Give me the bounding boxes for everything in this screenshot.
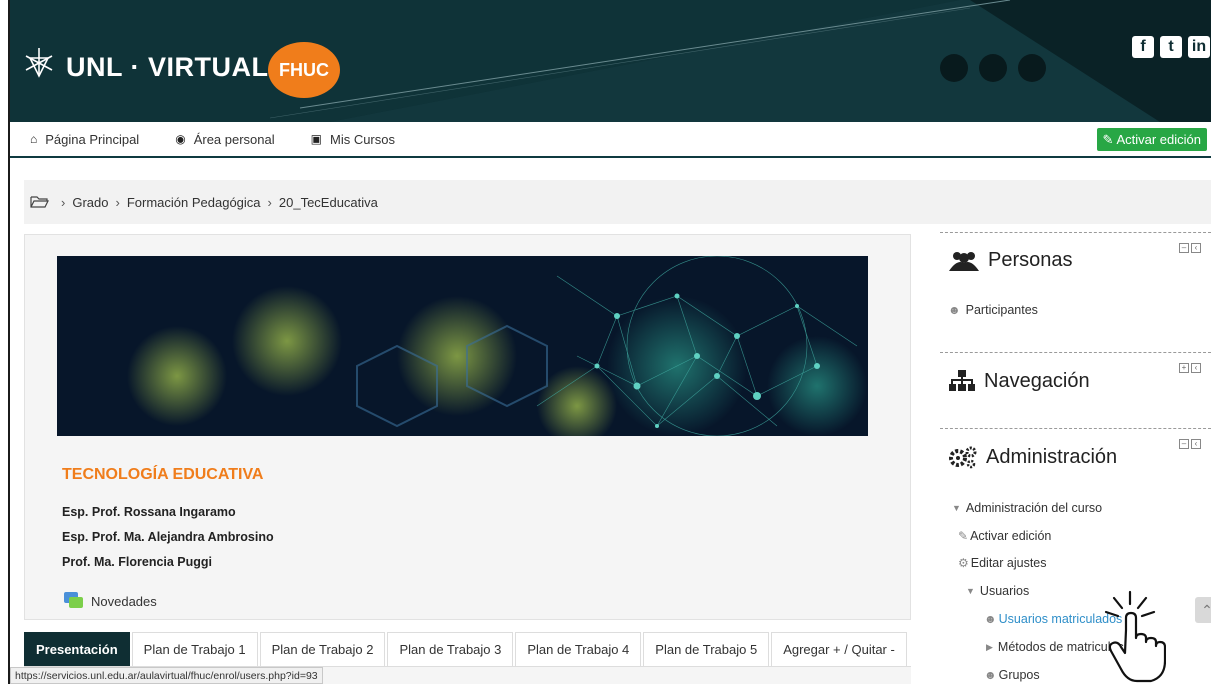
main-navbar: ⌂ Página Principal ◉ Área personal ▣ Mis… (10, 122, 1211, 158)
cogs-icon (948, 445, 978, 469)
edit-icon: ✎ (1102, 131, 1114, 147)
collapse-icon[interactable]: – (1179, 243, 1189, 253)
course-summary-section: TECNOLOGÍA EDUCATIVA Esp. Prof. Rossana … (24, 234, 911, 620)
twitter-icon[interactable]: t (1160, 36, 1182, 58)
tab-plan-5[interactable]: Plan de Trabajo 5 (643, 632, 770, 666)
users-icon: ☻ (948, 303, 961, 317)
groups-link[interactable]: ☻ Grupos (984, 668, 1040, 682)
news-forum-link[interactable]: Novedades (63, 591, 157, 611)
dock-icon[interactable]: ‹ (1191, 439, 1201, 449)
breadcrumb: › Grado › Formación Pedagógica › 20_TecE… (24, 180, 1211, 224)
tab-plan-2[interactable]: Plan de Trabajo 2 (259, 632, 386, 666)
block-navegacion: + ‹ Navegación (940, 352, 1211, 428)
people-icon (948, 250, 980, 272)
breadcrumb-formacion[interactable]: Formación Pedagógica (127, 195, 261, 210)
breadcrumb-separator: › (61, 194, 66, 210)
users-node[interactable]: ▼ Usuarios (966, 584, 1029, 598)
administracion-title: Administración (986, 445, 1118, 468)
participants-link[interactable]: ☻ Participantes (948, 303, 1038, 317)
nav-personal-label: Área personal (193, 131, 275, 147)
nav-home[interactable]: ⌂ Página Principal (30, 132, 139, 147)
edit-settings-link[interactable]: ⚙ Editar ajustes (958, 556, 1047, 570)
breadcrumb-grado[interactable]: Grado (72, 195, 108, 210)
site-header: UNL · VIRTUAL FHUC f t in (10, 0, 1211, 122)
expand-icon[interactable]: + (1179, 363, 1189, 373)
activate-edit-button[interactable]: ✎ Activar edición (1096, 128, 1207, 151)
gear-icon: ⚙ (958, 556, 969, 570)
window-edge (8, 0, 10, 684)
tab-plan-1[interactable]: Plan de Trabajo 1 (131, 632, 258, 666)
breadcrumb-separator: › (115, 194, 120, 210)
caret-down-icon: ▼ (966, 586, 975, 596)
breadcrumb-course[interactable]: 20_TecEducativa (279, 195, 378, 210)
activate-edit-label: Activar edición (1116, 132, 1201, 147)
pencil-icon: ✎ (958, 529, 969, 543)
social-links: f t in (1132, 36, 1210, 58)
activate-edit-side-label: Activar edición (970, 529, 1052, 543)
nav-personal-area[interactable]: ◉ Área personal (175, 132, 274, 147)
dashboard-icon: ◉ (175, 132, 186, 146)
course-title: TECNOLOGÍA EDUCATIVA (62, 466, 264, 483)
block-personas: – ‹ Personas (940, 232, 1211, 352)
hand-cursor-icon (1104, 590, 1166, 683)
folder-open-icon (30, 196, 49, 208)
course-admin-label: Administración del curso (965, 501, 1103, 515)
tab-plan-4[interactable]: Plan de Trabajo 4 (515, 632, 642, 666)
users-label: Usuarios (979, 584, 1030, 598)
tab-plan-3[interactable]: Plan de Trabajo 3 (387, 632, 514, 666)
course-tabs: Presentación Plan de Trabajo 1 Plan de T… (24, 632, 909, 666)
course-banner-image (57, 256, 868, 436)
personas-title: Personas (988, 249, 1073, 271)
collapse-icon[interactable]: – (1179, 439, 1189, 449)
block-personas-header: Personas (940, 249, 1211, 272)
activate-edit-link[interactable]: ✎ Activar edición (958, 529, 1051, 543)
tab-add-remove[interactable]: Agregar + / Quitar - (771, 632, 907, 666)
user-icon: ☻ (984, 612, 997, 626)
professor-2: Esp. Prof. Ma. Alejandra Ambrosino (62, 530, 274, 544)
nav-home-label: Página Principal (45, 131, 140, 147)
dock-icon[interactable]: ‹ (1191, 363, 1201, 373)
linkedin-icon[interactable]: in (1188, 36, 1210, 58)
tab-presentacion[interactable]: Presentación (24, 632, 130, 666)
block-controls: – ‹ (1179, 243, 1201, 253)
edit-settings-label: Editar ajustes (970, 556, 1047, 570)
sitemap-icon (948, 369, 976, 393)
caret-right-icon: ▶ (986, 641, 993, 652)
unl-star-logo-icon (25, 48, 53, 78)
course-admin-node[interactable]: ▼ Administración del curso (952, 501, 1102, 515)
nav-courses-label: Mis Cursos (329, 131, 395, 147)
status-bar-url: https://servicios.unl.edu.ar/aulavirtual… (10, 667, 323, 684)
nav-my-courses[interactable]: ▣ Mis Cursos (311, 132, 395, 147)
brand-name[interactable]: UNL · VIRTUAL (66, 52, 269, 83)
block-administracion-header: Administración (940, 445, 1211, 469)
dock-icon[interactable]: ‹ (1191, 243, 1201, 253)
group-icon: ☻ (984, 668, 997, 682)
news-label: Novedades (91, 593, 157, 609)
professor-1: Esp. Prof. Rossana Ingaramo (62, 505, 236, 519)
professor-3: Prof. Ma. Florencia Puggi (62, 555, 213, 569)
facebook-icon[interactable]: f (1132, 36, 1154, 58)
fhuc-badge[interactable]: FHUC (268, 42, 340, 98)
briefcase-icon: ▣ (310, 132, 322, 146)
scroll-to-top-button[interactable]: ⌃ (1195, 597, 1211, 623)
participants-label: Participantes (965, 303, 1038, 317)
forum-icon (64, 592, 83, 608)
navegacion-title: Navegación (984, 369, 1090, 392)
breadcrumb-separator: › (267, 194, 272, 210)
block-navegacion-header: Navegación (940, 369, 1211, 393)
block-controls: – ‹ (1179, 439, 1201, 449)
caret-down-icon: ▼ (952, 503, 961, 513)
block-controls: + ‹ (1179, 363, 1201, 373)
home-icon: ⌂ (30, 132, 38, 146)
groups-label: Grupos (998, 668, 1040, 682)
